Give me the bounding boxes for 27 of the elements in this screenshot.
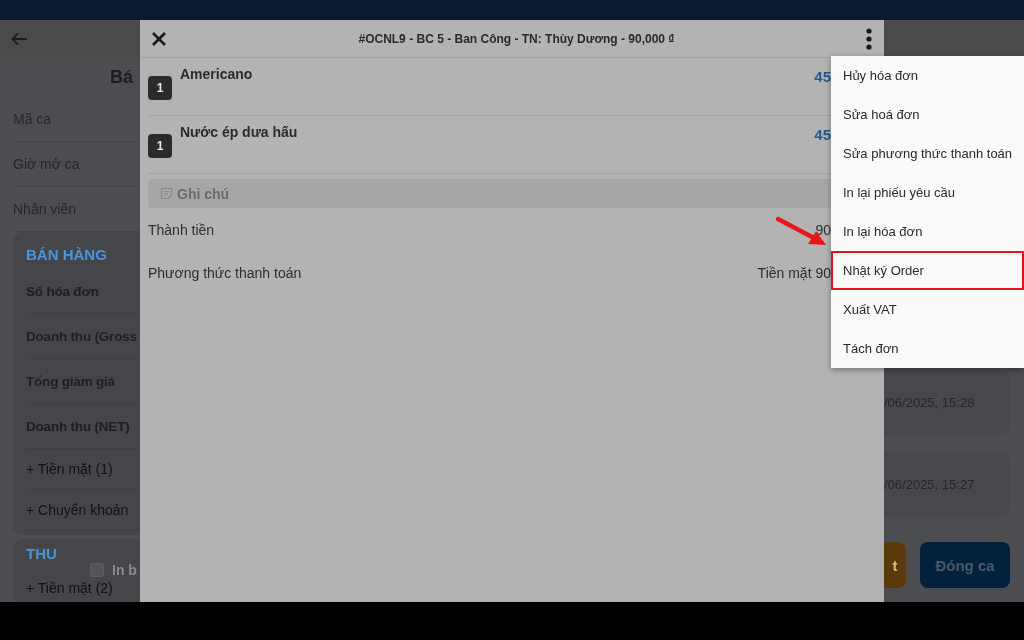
menu-item[interactable]: Nhật ký Order [831, 251, 1024, 290]
section-heading: THU [26, 544, 57, 564]
summary-label: Phương thức thanh toán [148, 264, 302, 281]
checkbox-label: In b [112, 562, 137, 578]
menu-item[interactable]: Tách đơn [831, 329, 1024, 368]
menu-item[interactable]: Xuất VAT [831, 290, 1024, 329]
close-icon[interactable] [151, 30, 167, 47]
item-name: Nước ép dưa hấu [180, 123, 299, 140]
checkbox[interactable] [90, 563, 104, 577]
quantity-badge: 1 [148, 76, 172, 100]
dialog-title: #OCNL9 - BC 5 - Ban Công - TN: Thùy Dương - 90,000 ₫ [357, 31, 676, 46]
section-heading: BÁN HÀNG [26, 245, 107, 265]
quantity-badge: 1 [148, 134, 172, 158]
item-price: 45 [814, 67, 831, 85]
menu-item[interactable]: Sửa phương thức thanh toán [831, 134, 1024, 173]
note-icon [160, 187, 173, 200]
summary-value: 90 [815, 221, 831, 238]
action-button[interactable]: t [884, 542, 906, 588]
summary-row-label: + Tiền mặt (2) [26, 579, 114, 598]
menu-item[interactable]: In lại hóa đơn [831, 212, 1024, 251]
more-icon[interactable] [866, 27, 872, 50]
menu-item[interactable]: Sửa hoá đơn [831, 95, 1024, 134]
item-name: Americano [180, 65, 254, 82]
menu-item[interactable]: Hủy hóa đơn [831, 56, 1024, 95]
item-price: 45 [814, 125, 831, 143]
summary-label: Thành tiền [148, 221, 215, 238]
summary-value: Tiền mặt 90 [757, 264, 831, 281]
